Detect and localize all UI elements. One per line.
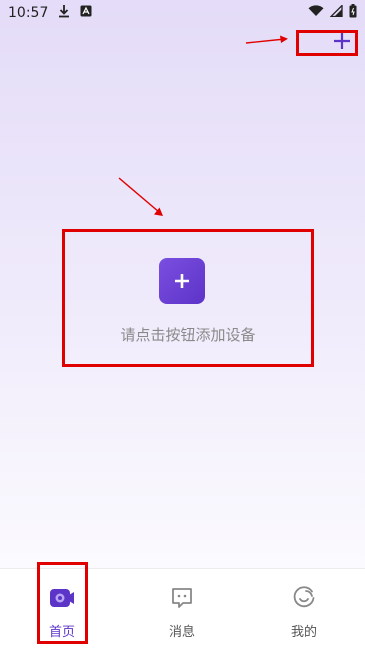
annotation-highlight-tab	[37, 562, 88, 644]
add-device-button[interactable]	[159, 258, 205, 304]
message-icon	[170, 585, 194, 611]
tab-profile-label: 我的	[290, 625, 317, 640]
empty-hint-text: 请点击按钮添加设备	[120, 326, 256, 344]
status-bar: 10:57	[0, 0, 365, 26]
status-time: 10:57	[8, 5, 49, 21]
annotation-arrow-center	[118, 177, 163, 216]
status-right	[308, 3, 357, 22]
plus-icon	[175, 274, 189, 288]
tab-messages[interactable]: 消息	[142, 569, 222, 651]
annotation-arrow-top	[245, 35, 288, 44]
tab-profile[interactable]: 我的	[264, 569, 344, 651]
signal-icon	[329, 3, 343, 21]
tab-messages-label: 消息	[168, 625, 195, 640]
wifi-icon	[308, 5, 324, 21]
profile-icon	[292, 585, 316, 611]
download-icon	[58, 4, 70, 22]
status-left: 10:57	[8, 4, 92, 22]
app-notification-icon	[80, 5, 92, 21]
battery-icon	[349, 4, 357, 22]
annotation-highlight-top	[296, 30, 358, 56]
